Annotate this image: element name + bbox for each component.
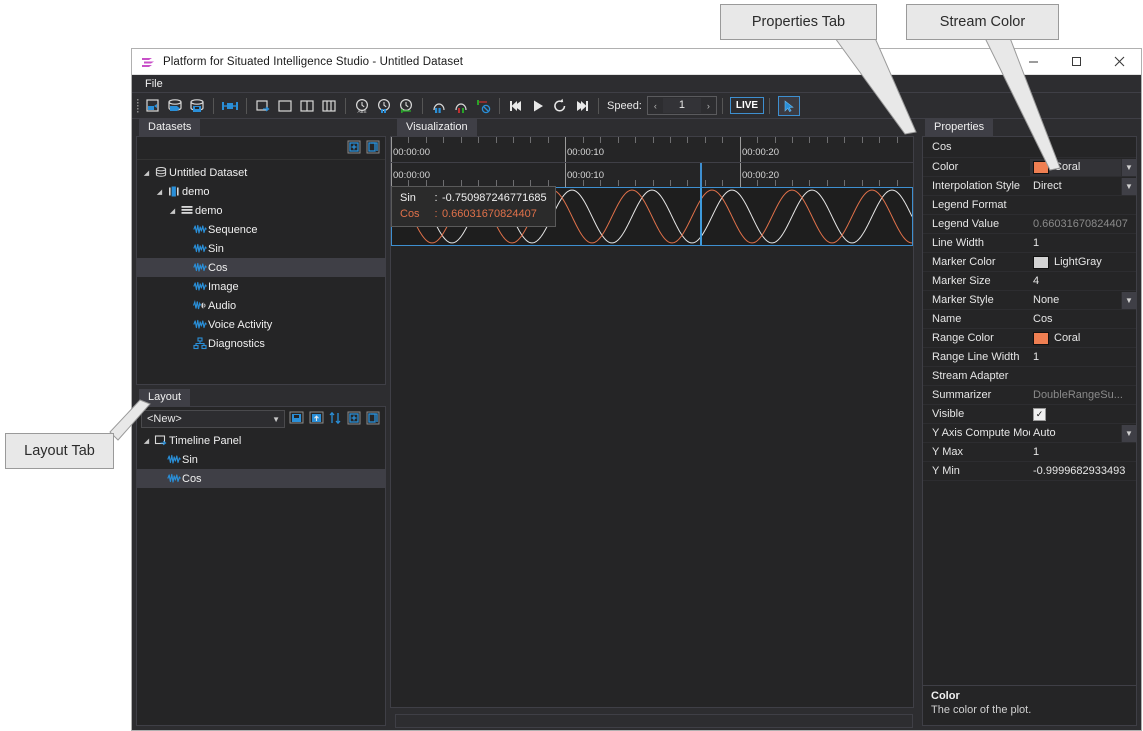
callout-leader-lines <box>109 37 1061 441</box>
callout-label: Properties Tab <box>751 14 846 30</box>
callout-stream-color: Stream Color <box>906 4 1059 40</box>
callout-label: Layout Tab <box>24 443 95 459</box>
callout-label: Stream Color <box>939 14 1026 30</box>
callout-layout-tab: Layout Tab <box>5 433 114 469</box>
callout-properties-tab: Properties Tab <box>720 4 877 40</box>
